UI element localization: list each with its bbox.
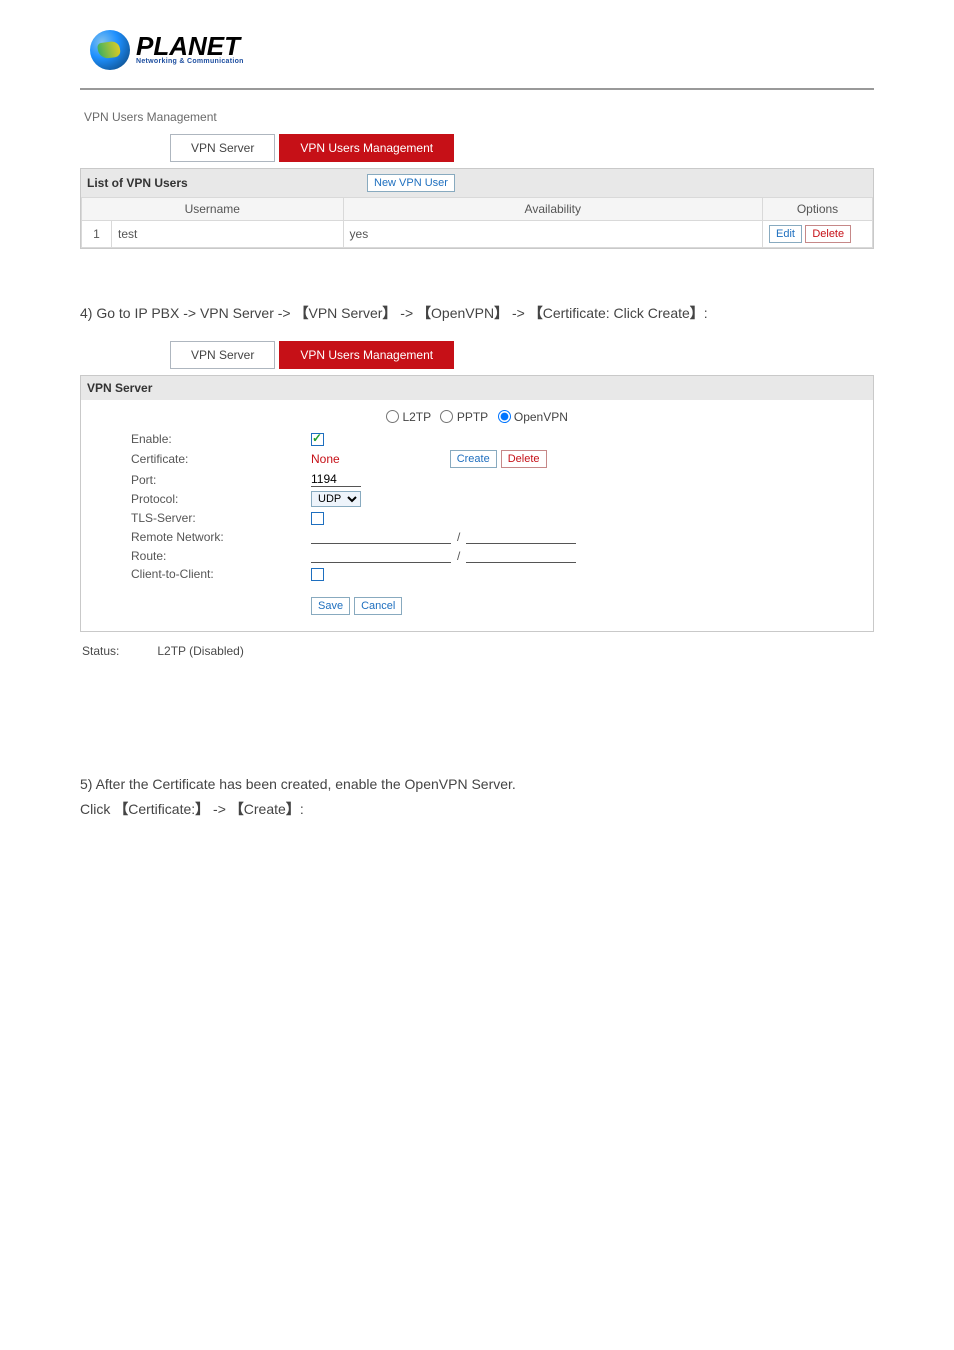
delete-cert-button[interactable]: Delete [501, 450, 547, 468]
cancel-button[interactable]: Cancel [354, 597, 402, 615]
delete-button[interactable]: Delete [805, 225, 851, 243]
planet-globe-icon [90, 30, 130, 70]
protocol-select[interactable]: UDP [311, 491, 361, 507]
radio-openvpn[interactable]: OpenVPN [498, 410, 568, 424]
tab-vpn-users-2[interactable]: VPN Users Management [279, 341, 454, 369]
col-username: Username [82, 198, 344, 221]
status-line: Status: L2TP (Disabled) [80, 644, 874, 658]
enable-checkbox[interactable] [311, 433, 324, 446]
vpn-server-panel: VPN Server L2TP PPTP OpenVPN Enable: Cer… [80, 375, 874, 632]
logo: PLANET Networking & Communication [90, 30, 864, 70]
tab-bar-2: VPN Server VPN Users Management [80, 341, 874, 369]
status-label: Status: [82, 644, 154, 658]
logo-tagline: Networking & Communication [136, 58, 244, 65]
tab-vpn-server[interactable]: VPN Server [170, 134, 275, 162]
route-input-1[interactable] [311, 548, 451, 563]
edit-button[interactable]: Edit [769, 225, 802, 243]
header-bar: PLANET Networking & Communication [80, 0, 874, 90]
certificate-value: None [311, 452, 340, 466]
col-options: Options [763, 198, 873, 221]
create-cert-button[interactable]: Create [450, 450, 497, 468]
remote-net-input-2[interactable] [466, 529, 576, 544]
col-availability: Availability [343, 198, 762, 221]
label-port: Port: [131, 473, 311, 487]
users-panel: List of VPN Users New VPN User Username … [80, 168, 874, 249]
tab-vpn-server-2[interactable]: VPN Server [170, 341, 275, 369]
tab-vpn-users[interactable]: VPN Users Management [279, 134, 454, 162]
users-table: Username Availability Options 1 test yes… [81, 197, 873, 248]
screenshot-vpn-server: VPN Server VPN Users Management VPN Serv… [80, 337, 874, 662]
panel-title: List of VPN Users [87, 176, 367, 190]
breadcrumb: VPN Users Management [80, 104, 874, 134]
instruction-step-4: 4) Go to IP PBX -> VPN Server -> 【VPN Se… [80, 301, 874, 327]
label-certificate: Certificate: [131, 452, 311, 466]
label-protocol: Protocol: [131, 492, 311, 506]
port-input[interactable] [311, 472, 361, 487]
label-client-to-client: Client-to-Client: [131, 567, 311, 581]
label-remote-network: Remote Network: [131, 530, 311, 544]
panel-title-2: VPN Server [87, 381, 367, 395]
label-tls-server: TLS-Server: [131, 511, 311, 525]
row-username: test [112, 221, 344, 248]
screenshot-users-mgmt: VPN Users Management VPN Server VPN User… [80, 100, 874, 253]
row-availability: yes [343, 221, 762, 248]
vpn-type-radios: L2TP PPTP OpenVPN [81, 400, 873, 428]
instruction-step-5: 5) After the Certificate has been create… [80, 772, 874, 823]
label-route: Route: [131, 549, 311, 563]
logo-brand: PLANET [136, 35, 244, 58]
table-row: 1 test yes Edit Delete [82, 221, 873, 248]
route-input-2[interactable] [466, 548, 576, 563]
c2c-checkbox[interactable] [311, 568, 324, 581]
tls-checkbox[interactable] [311, 512, 324, 525]
radio-l2tp[interactable]: L2TP [386, 410, 431, 424]
label-enable: Enable: [131, 432, 311, 446]
row-index: 1 [82, 221, 112, 248]
save-button[interactable]: Save [311, 597, 350, 615]
radio-pptp[interactable]: PPTP [440, 410, 488, 424]
remote-net-input-1[interactable] [311, 529, 451, 544]
tab-bar: VPN Server VPN Users Management [80, 134, 874, 162]
status-value: L2TP (Disabled) [157, 644, 243, 658]
new-vpn-user-button[interactable]: New VPN User [367, 174, 455, 192]
